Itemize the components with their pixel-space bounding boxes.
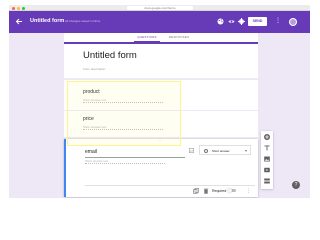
video-icon[interactable] bbox=[263, 166, 271, 174]
save-status-text: All changes saved in Drive bbox=[65, 19, 101, 23]
form-title[interactable]: Untitled form bbox=[83, 50, 137, 61]
trash-icon[interactable] bbox=[203, 188, 209, 194]
required-label: Required bbox=[212, 189, 227, 193]
maximize-window-dot[interactable] bbox=[22, 6, 25, 10]
minimize-window-dot[interactable] bbox=[17, 6, 20, 10]
browser-window: docs.google.com/forms Untitled form All … bbox=[9, 5, 310, 198]
question-card-email[interactable]: ⋯ email Short answer text Short answer ▾… bbox=[64, 139, 258, 197]
radio-button-icon bbox=[204, 149, 208, 153]
more-vert-icon[interactable]: ⋮ bbox=[246, 188, 251, 194]
image-icon[interactable] bbox=[189, 148, 194, 153]
title-text-icon[interactable] bbox=[263, 144, 271, 152]
question-type-label: Short answer bbox=[212, 149, 230, 153]
palette-icon[interactable] bbox=[217, 18, 224, 25]
send-button[interactable]: SEND bbox=[248, 17, 267, 26]
question-title-input[interactable]: email bbox=[85, 149, 97, 155]
title-underline bbox=[85, 157, 185, 158]
section-icon[interactable] bbox=[263, 177, 271, 185]
form-title-card: Untitled form Form description bbox=[64, 42, 258, 78]
avatar[interactable] bbox=[289, 18, 297, 26]
side-toolbar bbox=[261, 131, 273, 189]
add-circle-icon[interactable] bbox=[263, 133, 271, 141]
copy-icon[interactable] bbox=[193, 188, 199, 194]
card-footer-divider bbox=[85, 185, 255, 186]
toggle-knob bbox=[227, 188, 232, 193]
gear-icon[interactable] bbox=[238, 18, 245, 25]
tab-responses[interactable]: RESPONSES bbox=[166, 33, 192, 42]
help-icon[interactable]: ? bbox=[292, 181, 300, 189]
required-toggle[interactable] bbox=[227, 188, 236, 193]
form-tabs: QUESTIONS RESPONSES bbox=[64, 33, 258, 42]
highlight-box bbox=[67, 81, 181, 146]
arrow-back-icon[interactable] bbox=[15, 17, 23, 26]
chevron-down-icon: ▾ bbox=[244, 148, 247, 153]
forms-header: Untitled form All changes saved in Drive… bbox=[9, 11, 310, 33]
eye-icon[interactable] bbox=[228, 18, 235, 25]
answer-underline bbox=[85, 163, 165, 164]
close-window-dot[interactable] bbox=[12, 6, 15, 10]
form-description-field[interactable]: Form description bbox=[83, 67, 105, 71]
address-bar[interactable]: docs.google.com/forms bbox=[127, 6, 193, 10]
more-vert-icon[interactable]: ⋮ bbox=[275, 18, 281, 25]
image-icon[interactable] bbox=[263, 155, 271, 163]
header-form-name[interactable]: Untitled form bbox=[30, 17, 64, 26]
question-type-dropdown[interactable]: Short answer ▾ bbox=[199, 145, 251, 155]
